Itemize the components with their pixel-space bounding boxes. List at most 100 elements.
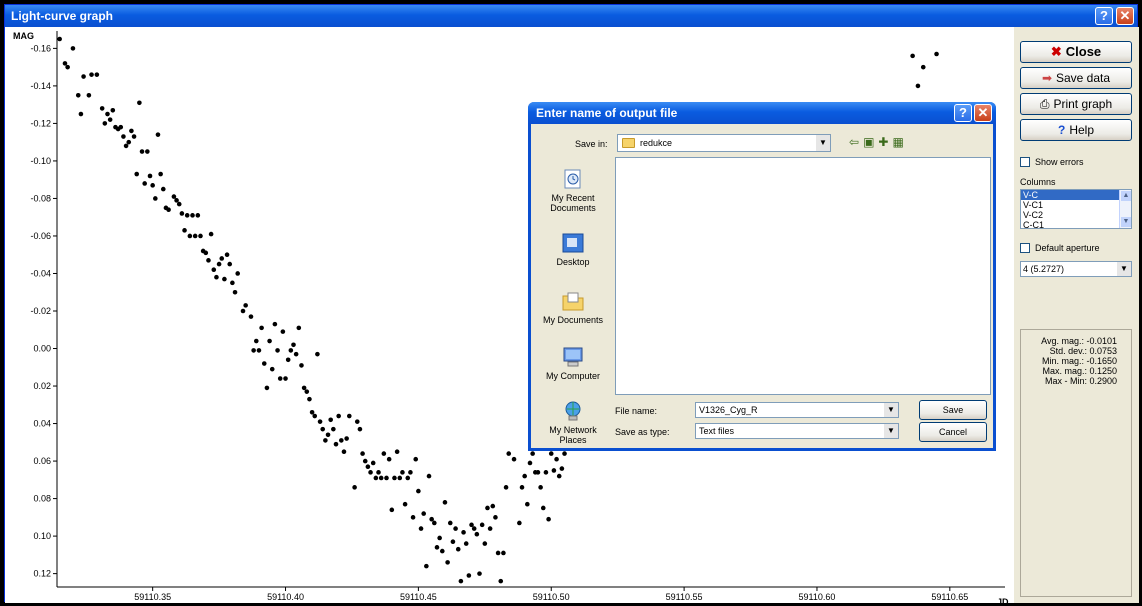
dialog-titlebar[interactable]: Enter name of output file ? ✕ xyxy=(528,102,996,124)
close-x-icon: ✖ xyxy=(1050,44,1062,59)
data-point xyxy=(556,473,562,479)
save-data-label: Save data xyxy=(1056,71,1111,85)
file-list[interactable] xyxy=(615,157,991,395)
data-point xyxy=(559,466,565,471)
default-aperture-label: Default aperture xyxy=(1035,243,1100,253)
data-point xyxy=(490,503,496,509)
scroll-up-icon[interactable]: ▲ xyxy=(1121,191,1131,201)
x-tick-label: 59110.55 xyxy=(666,592,703,602)
data-point xyxy=(78,111,84,117)
data-point xyxy=(102,121,108,126)
data-point xyxy=(206,258,211,263)
up-folder-icon[interactable]: ▣ xyxy=(863,135,878,149)
save-data-button[interactable]: ➡ Save data xyxy=(1020,67,1132,89)
data-point xyxy=(402,501,408,507)
x-tick-label: 59110.35 xyxy=(134,592,171,602)
columns-item[interactable]: V-C2 xyxy=(1021,210,1131,220)
dialog-help-button[interactable]: ? xyxy=(954,104,972,122)
save-in-select[interactable]: redukce ▼ xyxy=(617,134,831,152)
close-button[interactable]: ✖ Close xyxy=(1020,41,1132,63)
data-point xyxy=(323,438,328,443)
place-my-documents[interactable]: My Documents xyxy=(537,290,609,325)
columns-listbox[interactable]: V-C V-C1 V-C2 C-C1 ▲ ▼ xyxy=(1020,189,1132,229)
chevron-down-icon[interactable]: ▼ xyxy=(1117,262,1131,276)
place-desktop[interactable]: Desktop xyxy=(537,232,609,267)
save-button[interactable]: Save xyxy=(919,400,987,420)
y-tick-label: 0.02 xyxy=(33,381,51,391)
save-as-type-label: Save as type: xyxy=(615,427,670,437)
data-point xyxy=(538,485,543,490)
data-point xyxy=(176,201,182,207)
data-point xyxy=(341,449,347,454)
new-folder-icon[interactable]: ✚ xyxy=(878,135,892,149)
place-my-computer[interactable]: My Computer xyxy=(537,346,609,381)
data-point xyxy=(357,426,363,432)
file-name-input[interactable]: V1326_Cyg_R ▼ xyxy=(695,402,899,418)
columns-item[interactable]: C-C1 xyxy=(1021,220,1131,228)
light-curve-window: Light-curve graph ? ✕ -0.16 -0.14 -0.12 -0.… xyxy=(4,4,1139,603)
chevron-down-icon[interactable]: ▼ xyxy=(884,403,898,417)
data-point xyxy=(365,464,371,469)
data-point xyxy=(352,485,357,490)
data-point xyxy=(400,470,405,475)
place-network[interactable]: My Network Places xyxy=(537,400,609,445)
data-point xyxy=(517,520,522,526)
y-tick-label: -0.02 xyxy=(30,306,51,316)
data-point xyxy=(65,64,70,70)
help-button[interactable]: ? Help xyxy=(1020,119,1132,141)
data-point xyxy=(86,92,92,98)
print-graph-button[interactable]: ⎙ Print graph xyxy=(1020,93,1132,115)
aperture-select[interactable]: 4 (5.2727) ▼ xyxy=(1020,261,1132,277)
data-point xyxy=(208,231,214,237)
data-point xyxy=(251,348,256,353)
y-tick-label: 0.06 xyxy=(33,456,51,466)
columns-item[interactable]: V-C1 xyxy=(1021,200,1131,210)
help-title-button[interactable]: ? xyxy=(1095,7,1113,25)
data-point xyxy=(126,139,132,145)
data-point xyxy=(562,451,567,456)
data-point xyxy=(442,500,448,505)
data-point xyxy=(184,213,190,218)
window-titlebar[interactable]: Light-curve graph ? ✕ xyxy=(5,5,1137,27)
chevron-down-icon[interactable]: ▼ xyxy=(816,135,830,151)
data-point xyxy=(261,361,267,366)
data-point xyxy=(450,539,456,545)
data-point xyxy=(280,329,286,334)
show-errors-checkbox[interactable]: Show errors xyxy=(1020,157,1084,167)
save-as-type-select[interactable]: Text files ▼ xyxy=(695,423,899,439)
dialog-close-button[interactable]: ✕ xyxy=(974,104,992,122)
data-point xyxy=(530,451,535,456)
data-point xyxy=(368,470,373,475)
data-point xyxy=(296,325,302,331)
close-title-button[interactable]: ✕ xyxy=(1116,7,1134,25)
default-aperture-checkbox[interactable]: Default aperture xyxy=(1020,243,1100,253)
chevron-down-icon[interactable]: ▼ xyxy=(884,424,898,438)
back-icon[interactable]: ⇦ xyxy=(849,135,863,149)
columns-item[interactable]: V-C xyxy=(1021,190,1131,200)
data-point xyxy=(259,325,264,331)
data-point xyxy=(293,351,299,357)
data-point xyxy=(474,531,480,537)
scroll-down-icon[interactable]: ▼ xyxy=(1121,217,1131,227)
data-point xyxy=(416,488,421,494)
columns-scrollbar[interactable]: ▲ ▼ xyxy=(1119,190,1131,228)
place-recent[interactable]: My Recent Documents xyxy=(537,168,609,213)
data-point xyxy=(179,211,185,216)
data-point xyxy=(554,456,559,462)
y-tick-label: 0.00 xyxy=(33,344,51,354)
default-aperture-box[interactable] xyxy=(1020,243,1030,253)
cancel-button[interactable]: Cancel xyxy=(919,422,987,442)
data-point xyxy=(424,563,429,569)
data-point xyxy=(525,501,530,507)
aperture-value: 4 (5.2727) xyxy=(1023,264,1065,274)
data-point xyxy=(482,541,488,546)
stat-line: Std. dev.: 0.0753 xyxy=(1049,346,1117,356)
view-menu-icon[interactable]: ▦ xyxy=(892,135,907,149)
print-graph-label: Print graph xyxy=(1053,97,1113,111)
data-point xyxy=(910,53,915,59)
stat-line: Max - Min: 0.2900 xyxy=(1044,376,1117,386)
data-point xyxy=(466,573,472,578)
data-point xyxy=(121,134,126,139)
data-point xyxy=(463,541,469,546)
show-errors-box[interactable] xyxy=(1020,157,1030,167)
